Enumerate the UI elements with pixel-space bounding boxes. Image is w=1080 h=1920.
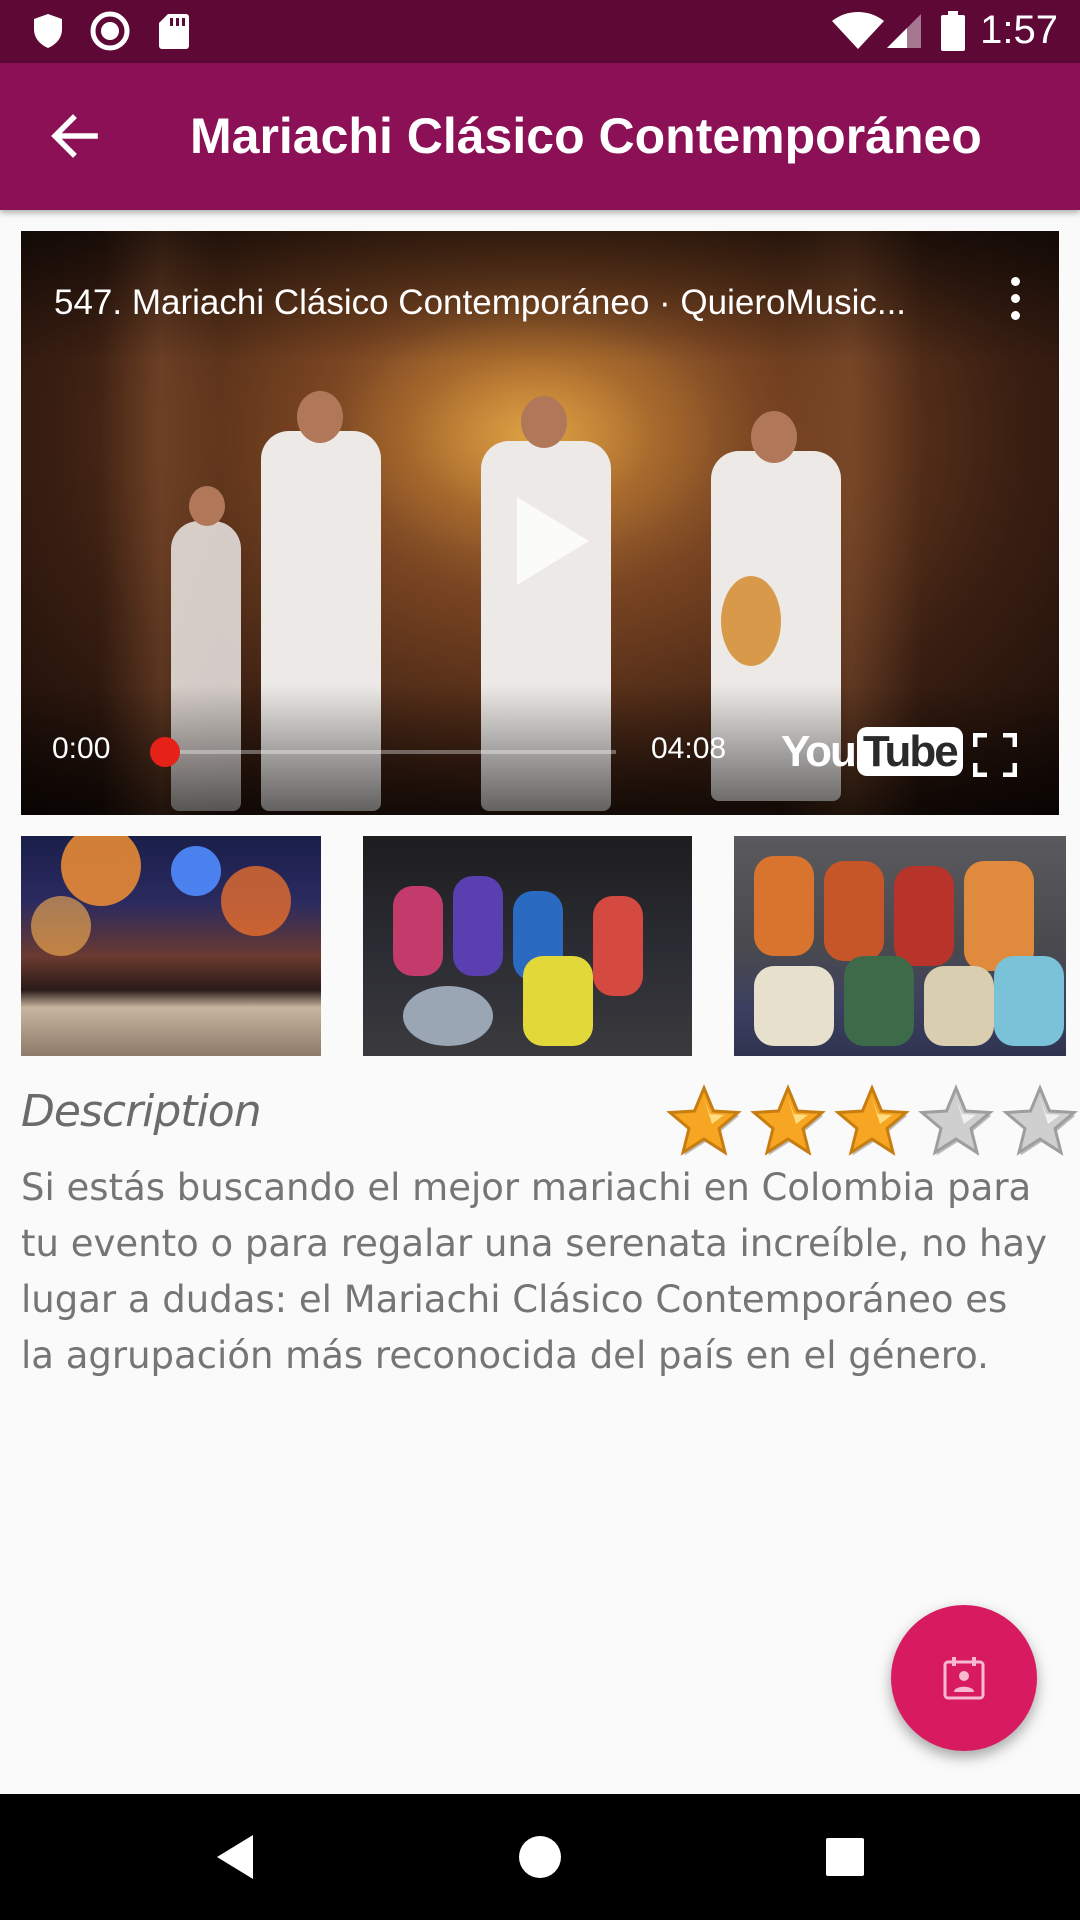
thumbnail-scene (754, 966, 834, 1046)
thumbnail-scene (844, 956, 914, 1046)
battery-icon (938, 11, 968, 51)
ensemble-group-thumbnail[interactable] (734, 836, 1066, 1056)
video-player[interactable]: 547. Mariachi Clásico Contemporáneo · Qu… (21, 231, 1059, 815)
youtube-logo[interactable]: You Tube (781, 727, 963, 777)
signal-icon (884, 12, 924, 50)
contact-calendar-icon (943, 1657, 985, 1700)
contact-calendar-button[interactable] (891, 1605, 1037, 1751)
status-time: 1:57 (980, 8, 1058, 52)
video-scene (189, 486, 225, 526)
star-filled-icon[interactable] (666, 1084, 742, 1160)
navigation-bar (0, 1794, 1080, 1920)
star-empty-icon[interactable] (1002, 1084, 1078, 1160)
recents-square-icon[interactable] (810, 1822, 880, 1892)
concert-stage-thumbnail[interactable] (21, 836, 321, 1056)
thumbnail-scene (393, 886, 443, 976)
arrow-back-icon (51, 114, 98, 158)
description-label: Description (21, 1086, 262, 1137)
star-filled-icon[interactable] (834, 1084, 910, 1160)
fullscreen-icon[interactable] (972, 732, 1018, 778)
thumbnail-scene (924, 966, 994, 1046)
thumbnail-scene (894, 866, 954, 966)
more-options-icon[interactable] (1005, 277, 1025, 329)
current-time: 0:00 (52, 732, 111, 765)
thumbnail-scene (593, 896, 643, 996)
thumbnail-scene (453, 876, 503, 976)
shield-icon (28, 12, 68, 50)
play-icon[interactable] (489, 481, 609, 601)
rating-bar[interactable] (666, 1084, 1078, 1164)
thumbnail-scene (171, 846, 221, 896)
video-scene (521, 396, 567, 448)
home-circle-icon[interactable] (505, 1822, 575, 1892)
thumbnail-scene (403, 986, 493, 1046)
video-scene (751, 411, 797, 463)
thumbnail-scene (221, 866, 291, 936)
sd-card-icon (156, 12, 192, 50)
star-empty-icon[interactable] (918, 1084, 994, 1160)
star-filled-icon[interactable] (750, 1084, 826, 1160)
video-scene (721, 576, 781, 666)
thumbnail-scene (31, 896, 91, 956)
progress-track[interactable] (166, 750, 616, 754)
thumbnail-scene (824, 861, 884, 961)
video-title[interactable]: 547. Mariachi Clásico Contemporáneo · Qu… (54, 283, 954, 323)
thumbnail-scene (964, 861, 1034, 971)
page-title: Mariachi Clásico Contemporáneo (190, 108, 982, 164)
video-scene (297, 391, 343, 443)
progress-scrubber[interactable] (150, 737, 180, 767)
app-bar: Mariachi Clásico Contemporáneo (0, 63, 1080, 210)
record-icon (88, 11, 132, 51)
duration: 04:08 (651, 732, 727, 765)
description-text: Si estás buscando el mejor mariachi en C… (21, 1166, 1047, 1377)
status-bar: 1:57 (0, 0, 1080, 63)
thumbnail-scene (523, 956, 593, 1046)
band-rehearsal-thumbnail[interactable] (363, 836, 692, 1056)
thumbnail-scene (754, 856, 814, 956)
thumbnail-scene (994, 956, 1064, 1046)
back-button[interactable] (36, 103, 112, 169)
thumbnail-scene (61, 836, 141, 906)
back-triangle-icon[interactable] (200, 1822, 270, 1892)
wifi-icon (830, 12, 886, 50)
